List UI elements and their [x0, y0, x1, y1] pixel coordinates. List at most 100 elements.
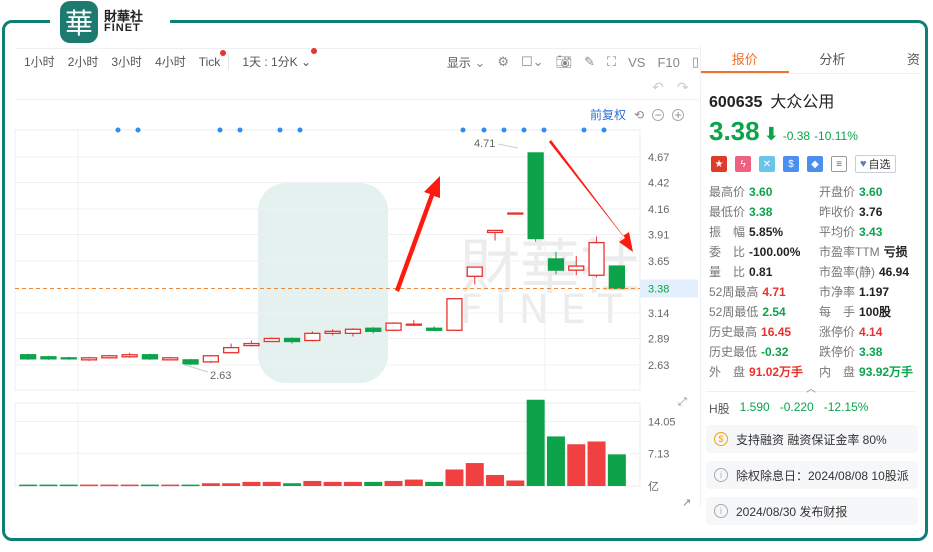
quote-field: 最低价 3.38 — [709, 203, 819, 220]
watchlist-label: 自选 — [868, 159, 891, 171]
volume-bar — [303, 480, 322, 486]
field-value: 2.54 — [762, 305, 786, 319]
stock-code: 600635 — [709, 94, 763, 111]
volume-bar — [343, 481, 362, 486]
redo-icon[interactable]: ↷ — [677, 79, 689, 96]
resize-icon[interactable]: ↗ — [682, 496, 691, 509]
volume-bar — [222, 483, 241, 486]
quote-field: 每 手 100股 — [819, 303, 929, 320]
stock-title: 600635 大众公用 — [709, 88, 920, 112]
period-tick-label: Tick — [198, 54, 221, 69]
event-marker — [601, 127, 607, 133]
field-value: 1.197 — [859, 285, 890, 299]
shape-select-icon[interactable]: ☐⌄ — [521, 54, 544, 70]
volume-tick-label: 7.13 — [648, 448, 669, 460]
dollar-icon: $ — [714, 432, 728, 446]
price-change: -0.38 — [782, 129, 811, 143]
candle-body — [141, 354, 159, 360]
field-value: 3.43 — [859, 225, 883, 239]
field-value: -0.32 — [761, 345, 789, 359]
panel-toggle-icon[interactable]: ▯ — [692, 54, 699, 70]
field-label: 最低价 — [709, 205, 746, 219]
expand-icon[interactable]: ⤢ — [678, 396, 687, 409]
candle-body — [568, 265, 585, 271]
watchlist-button[interactable]: ♥ 自选 — [855, 155, 896, 173]
field-label: 振 幅 — [709, 225, 746, 239]
collapse-icon[interactable]: ︿ — [706, 380, 916, 395]
event-marker — [217, 127, 223, 133]
f10-button[interactable]: F10 — [657, 55, 679, 70]
day-select[interactable]: 1天 : 1分K ⌄ — [242, 48, 318, 70]
connect-icon[interactable]: ✕ — [759, 156, 775, 172]
tag-icon[interactable]: ◆ — [807, 156, 823, 172]
arrow-down-icon: ⬇ — [763, 124, 779, 144]
period-1h[interactable]: 1小时 — [24, 53, 55, 70]
price-tick-label: 4.42 — [648, 177, 669, 189]
field-label: 市净率 — [819, 285, 856, 299]
field-label: 历史最高 — [709, 325, 758, 339]
pencil-icon[interactable]: ✎ — [584, 54, 595, 70]
h-share-row: H股 1.590 -0.220 -12.15% — [709, 400, 920, 417]
price-tick-label: 4.67 — [648, 152, 669, 164]
kline-chart[interactable]: 財華社FINET4.674.424.163.913.653.142.892.63… — [0, 118, 700, 498]
volume-bar — [404, 479, 423, 486]
volume-bar — [100, 484, 119, 487]
stock-name: 大众公用 — [770, 94, 835, 111]
brand-name-en: FINET — [104, 22, 141, 34]
event-marker — [581, 127, 587, 133]
gear-icon[interactable]: ⚙ — [497, 54, 509, 70]
chart-toolbar: 1小时 2小时 3小时 4小时 Tick 1天 : 1分K ⌄ 显示 ⌄ ⚙ ☐… — [15, 48, 699, 74]
quote-field: 外 盘 91.02万手 — [709, 363, 819, 380]
price-tick-label: 4.16 — [648, 204, 669, 216]
tab-capital[interactable]: 资 — [876, 46, 920, 73]
quote-field: 内 盘 93.92万手 — [819, 363, 929, 380]
volume-bar — [567, 444, 586, 486]
tab-quote[interactable]: 报价 — [701, 46, 789, 73]
period-2h[interactable]: 2小时 — [68, 53, 99, 70]
notice-card[interactable]: i 2024/08/30 发布财报 — [706, 497, 918, 525]
candle-body — [19, 354, 37, 360]
quote-field: 52周最低 2.54 — [709, 303, 819, 320]
field-value: 5.85% — [749, 225, 784, 239]
quote-field: 历史最高 16.45 — [709, 323, 819, 340]
undo-icon[interactable]: ↶ — [652, 79, 664, 96]
field-label: 昨收价 — [819, 205, 856, 219]
quote-field: 历史最低 -0.32 — [709, 343, 819, 360]
dollar-icon[interactable]: $ — [783, 156, 799, 172]
price-tick-label: 3.14 — [648, 308, 669, 320]
tab-analysis[interactable]: 分析 — [789, 46, 877, 73]
quote-field: 最高价 3.60 — [709, 183, 819, 200]
field-value: 93.92万手 — [859, 365, 914, 379]
fullscreen-icon[interactable]: ⛶ — [607, 54, 616, 70]
info-icon: i — [714, 468, 728, 482]
period-tick[interactable]: Tick — [198, 49, 227, 69]
volume-bar — [283, 483, 302, 486]
candle-body — [527, 152, 544, 240]
event-marker — [277, 127, 283, 133]
china-flag-icon[interactable]: ★ — [711, 156, 727, 172]
camera-icon[interactable]: 📷︎ — [556, 54, 573, 70]
field-label: 每 手 — [819, 305, 856, 319]
event-marker — [541, 127, 547, 133]
event-marker — [460, 127, 466, 133]
candle-body — [60, 357, 77, 360]
candle-body — [243, 342, 260, 347]
candle-body — [324, 330, 341, 335]
period-3h[interactable]: 3小时 — [111, 53, 142, 70]
event-marker — [501, 127, 507, 133]
vs-button[interactable]: VS — [628, 55, 645, 70]
display-dropdown[interactable]: 显示 ⌄ — [447, 54, 486, 71]
notice-card[interactable]: i 除权除息日：2024/08/08 10股派 — [706, 461, 918, 489]
lightning-icon[interactable]: ϟ — [735, 156, 751, 172]
candle-body — [608, 265, 625, 290]
quote-field: 市净率 1.197 — [819, 283, 929, 300]
heart-icon: ♥ — [860, 158, 867, 170]
h-share-change: -0.220 — [779, 400, 814, 414]
field-label: 52周最低 — [709, 305, 759, 319]
high-annotation: 4.71 — [474, 138, 495, 150]
notes-icon[interactable]: ≡ — [831, 156, 847, 172]
volume-bar — [384, 480, 403, 486]
period-4h[interactable]: 4小时 — [155, 53, 186, 70]
volume-unit-label: 亿 — [648, 480, 659, 493]
notice-card[interactable]: $ 支持融资 融资保证金率 80% — [706, 425, 918, 453]
